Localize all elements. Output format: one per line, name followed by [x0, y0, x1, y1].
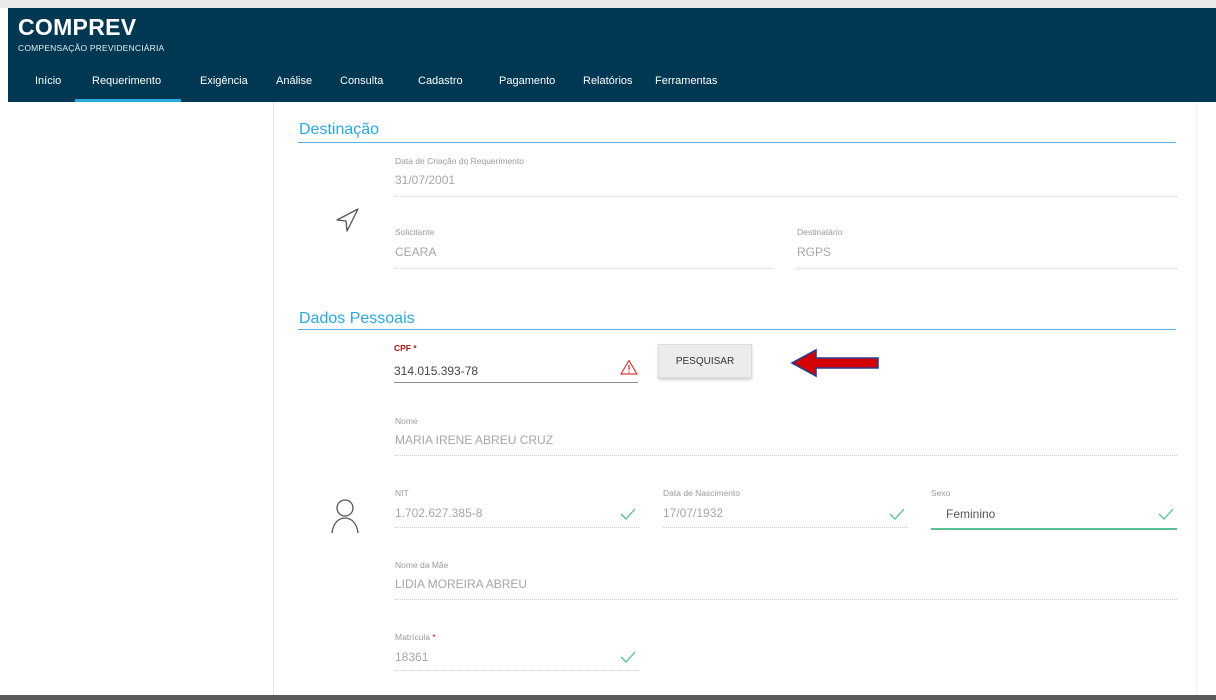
nome-mae-label: Nome da Mãe [395, 560, 449, 570]
right-gutter [1196, 102, 1216, 700]
user-icon [330, 497, 360, 540]
bottom-border [0, 695, 1216, 700]
nascimento-label: Data de Nascimento [663, 488, 741, 498]
matricula-value: 18361 [395, 650, 429, 664]
destinatario-label: Destinatário [797, 227, 843, 237]
nome-mae-value: LIDIA MOREIRA ABREU [395, 577, 528, 591]
navigation-arrow-icon [334, 206, 360, 239]
nav-item-inicio[interactable]: Início [8, 68, 75, 102]
sexo-label: Sexo [931, 488, 951, 498]
app-subtitle: COMPENSAÇÃO PREVIDENCIÁRIA [18, 43, 165, 53]
annotation-arrow [790, 348, 882, 383]
section-divider [298, 142, 1176, 143]
nome-label: Nome [395, 416, 418, 426]
field-underline [395, 455, 1177, 456]
nav-item-ferramentas[interactable]: Ferramentas [643, 68, 739, 102]
destinatario-value: RGPS [797, 245, 832, 259]
section-title-dados-pessoais: Dados Pessoais [299, 310, 415, 327]
nav-item-exigencia[interactable]: Exigência [181, 68, 256, 102]
nome-value: MARIA IRENE ABREU CRUZ [395, 433, 554, 447]
cpf-label: CPF * [394, 343, 417, 353]
nav-item-pagamento[interactable]: Pagamento [479, 68, 563, 102]
field-underline [395, 268, 773, 269]
nav-item-relatorios[interactable]: Relatórios [563, 68, 643, 102]
main-nav: Início Requerimento Exigência Análise Co… [8, 68, 739, 102]
field-underline [395, 196, 1177, 197]
app-title: COMPREV [18, 14, 137, 40]
left-panel [8, 102, 274, 700]
search-button[interactable]: PESQUISAR [658, 344, 752, 378]
nit-value: 1.702.627.385-8 [395, 506, 483, 520]
data-criacao-label: Data de Criação do Requerimento [395, 156, 524, 166]
nav-item-requerimento[interactable]: Requerimento [75, 68, 181, 102]
field-underline [395, 670, 639, 671]
data-criacao-value: 31/07/2001 [395, 173, 456, 187]
section-title-destinacao: Destinação [299, 121, 380, 138]
field-underline [395, 599, 1177, 600]
browser-top-strip [0, 0, 1216, 8]
check-icon [1158, 507, 1174, 520]
section-divider [298, 329, 1176, 330]
nav-item-cadastro[interactable]: Cadastro [398, 68, 479, 102]
field-underline [663, 527, 907, 528]
warning-icon [620, 359, 638, 380]
field-underline [395, 527, 639, 528]
solicitante-value: CEARA [395, 245, 437, 259]
nascimento-value: 17/07/1932 [663, 506, 724, 520]
app-header: COMPREV COMPENSAÇÃO PREVIDENCIÁRIA Iníci… [8, 8, 1216, 102]
nav-item-analise[interactable]: Análise [256, 68, 319, 102]
cpf-input[interactable] [394, 359, 638, 383]
solicitante-label: Solicitante [395, 227, 435, 237]
check-icon [620, 507, 636, 520]
matricula-label: Matrícula * [395, 632, 436, 642]
check-icon [620, 650, 636, 663]
sexo-underline [931, 528, 1177, 530]
field-underline [797, 268, 1177, 269]
nit-label: NIT [395, 488, 409, 498]
check-icon [889, 507, 905, 520]
nav-item-consulta[interactable]: Consulta [319, 68, 398, 102]
sexo-select[interactable]: Feminino [946, 507, 995, 521]
